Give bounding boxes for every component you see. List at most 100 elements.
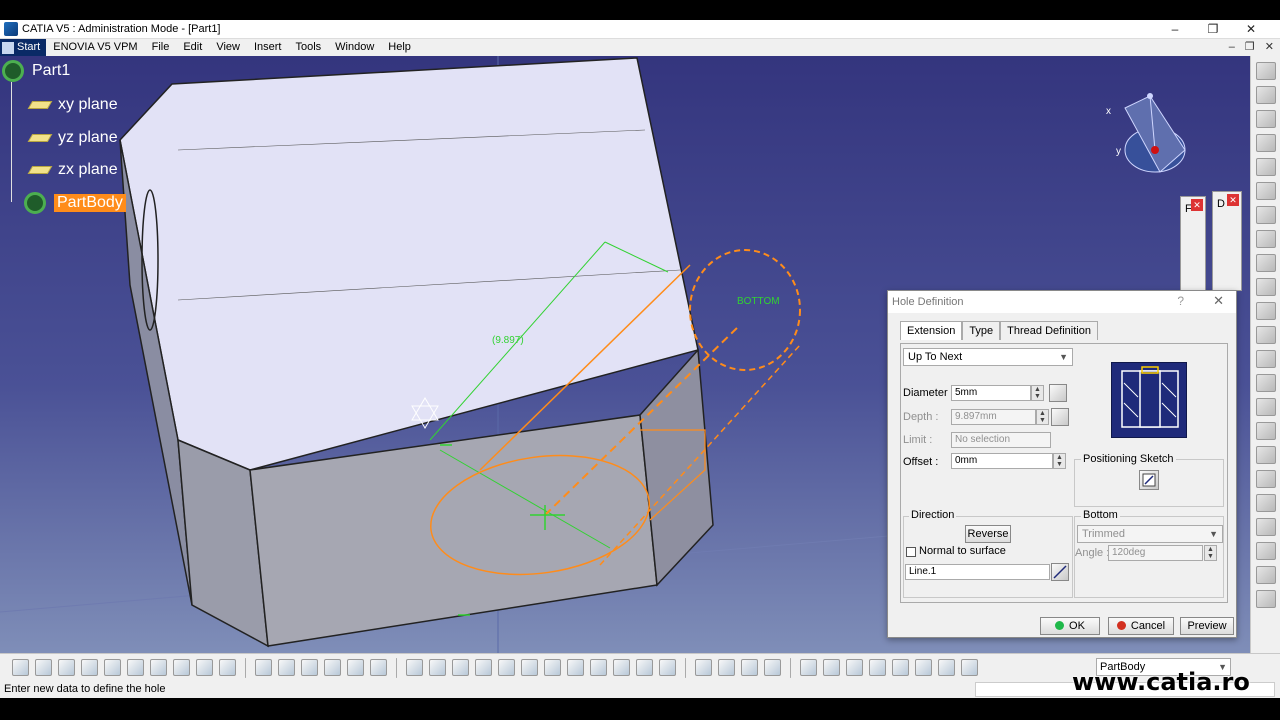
vb-icon[interactable] [370, 659, 387, 676]
menu-view[interactable]: View [209, 39, 247, 56]
whats-this-icon[interactable] [219, 659, 236, 676]
cancel-button[interactable]: Cancel [1108, 617, 1174, 635]
depth-measure-icon[interactable] [1051, 408, 1069, 426]
knowledge-icon[interactable] [278, 659, 295, 676]
diameter-dimension-icon[interactable] [1049, 384, 1067, 402]
toolbar-icon[interactable] [1255, 590, 1276, 608]
offset-field[interactable]: 0mm [951, 453, 1053, 469]
dialog-help-button[interactable]: ? [1177, 294, 1184, 308]
work-object-icon[interactable] [961, 659, 978, 676]
apply-material-icon[interactable] [764, 659, 781, 676]
direction-line-icon[interactable] [1051, 563, 1069, 581]
floating-toolbar-features[interactable]: D ✕ [1212, 191, 1242, 291]
zoom-out-icon[interactable] [521, 659, 538, 676]
tab-type[interactable]: Type [962, 321, 1001, 340]
measure-item-icon[interactable] [718, 659, 735, 676]
extension-type-select[interactable]: Up To Next ▼ [903, 348, 1073, 366]
toolbar-icon[interactable] [1255, 566, 1276, 584]
toolbar-icon[interactable] [1255, 398, 1276, 416]
tree-node-part1[interactable]: Part1 [2, 60, 70, 82]
menu-help[interactable]: Help [381, 39, 418, 56]
toolbar-icon[interactable] [1255, 350, 1276, 368]
menu-window[interactable]: Window [328, 39, 381, 56]
toolbar-icon[interactable] [1255, 374, 1276, 392]
menu-insert[interactable]: Insert [247, 39, 289, 56]
update-icon[interactable] [823, 659, 840, 676]
depth-field[interactable]: 9.897mm [951, 409, 1036, 425]
ok-button[interactable]: OK [1040, 617, 1100, 635]
toolbar-icon[interactable] [1255, 518, 1276, 536]
print-icon[interactable] [81, 659, 98, 676]
copy-icon[interactable] [127, 659, 144, 676]
toolbar-icon[interactable] [1255, 110, 1276, 128]
rotate-icon[interactable] [475, 659, 492, 676]
tree-node-xy-plane[interactable]: xy plane [27, 96, 118, 114]
catalog-icon[interactable] [347, 659, 364, 676]
toolbar-icon[interactable] [1255, 470, 1276, 488]
mdi-minimize-button[interactable]: – [1229, 39, 1235, 56]
open-icon[interactable] [35, 659, 52, 676]
redo-icon[interactable] [196, 659, 213, 676]
offset-spinner[interactable]: ▲ ▼ [1053, 453, 1066, 469]
reverse-button[interactable]: Reverse [965, 525, 1011, 543]
measure-icon[interactable] [695, 659, 712, 676]
swap-space-icon[interactable] [659, 659, 676, 676]
zoom-in-icon[interactable] [498, 659, 515, 676]
save-icon[interactable] [58, 659, 75, 676]
toolbar-icon[interactable] [1255, 278, 1276, 296]
dialog-close-button[interactable]: ✕ [1213, 293, 1224, 309]
bottom-type-select[interactable]: Trimmed ▼ [1077, 525, 1223, 543]
tab-thread-definition[interactable]: Thread Definition [1000, 321, 1098, 340]
toolbar-icon[interactable] [1255, 230, 1276, 248]
instant-filter-icon[interactable] [938, 659, 955, 676]
multi-view-icon[interactable] [567, 659, 584, 676]
formula-icon[interactable] [255, 659, 272, 676]
menu-file[interactable]: File [145, 39, 177, 56]
direction-element-field[interactable]: Line.1 [905, 564, 1050, 580]
angle-field[interactable]: 120deg [1108, 545, 1203, 561]
normal-view-icon[interactable] [544, 659, 561, 676]
toolbar-icon[interactable] [1255, 422, 1276, 440]
start-menu[interactable]: Start [0, 39, 47, 56]
toolbar-icon[interactable] [1255, 86, 1276, 104]
toolbar-icon[interactable] [1255, 254, 1276, 272]
diameter-field[interactable]: 5mm [951, 385, 1031, 401]
pan-icon[interactable] [452, 659, 469, 676]
close-button[interactable]: ✕ [1232, 20, 1270, 39]
menu-edit[interactable]: Edit [176, 39, 209, 56]
measure-inertia-icon[interactable] [741, 659, 758, 676]
fly-mode-icon[interactable] [406, 659, 423, 676]
catalog-browser-icon[interactable] [846, 659, 863, 676]
angle-spinner[interactable]: ▲ ▼ [1204, 545, 1217, 561]
photo-icon[interactable] [800, 659, 817, 676]
iso-view-icon[interactable] [590, 659, 607, 676]
menu-enovia[interactable]: ENOVIA V5 VPM [46, 39, 144, 56]
toolbar-icon[interactable] [1255, 182, 1276, 200]
minimize-button[interactable]: – [1156, 20, 1194, 39]
design-table-icon[interactable] [301, 659, 318, 676]
mdi-close-button[interactable]: ✕ [1265, 39, 1274, 56]
axis-system-icon[interactable] [869, 659, 886, 676]
units-icon[interactable] [892, 659, 909, 676]
new-icon[interactable] [12, 659, 29, 676]
paste-icon[interactable] [150, 659, 167, 676]
diameter-spinner[interactable]: ▲ ▼ [1031, 385, 1044, 401]
tree-node-zx-plane[interactable]: zx plane [27, 161, 118, 179]
normal-to-surface-checkbox[interactable] [906, 547, 916, 557]
mdi-restore-button[interactable]: ❐ [1245, 39, 1255, 56]
shading-icon[interactable] [613, 659, 630, 676]
tab-extension[interactable]: Extension [900, 321, 963, 340]
toolbar-icon[interactable] [1255, 134, 1276, 152]
fit-all-icon[interactable] [429, 659, 446, 676]
maximize-button[interactable]: ❐ [1194, 20, 1232, 39]
hide-show-icon[interactable] [636, 659, 653, 676]
floating-toolbar-sketch-close[interactable]: ✕ [1191, 199, 1203, 211]
toolbar-icon[interactable] [1255, 494, 1276, 512]
floating-toolbar-sketch[interactable]: F ✕ [1180, 196, 1206, 296]
tree-node-partbody[interactable]: PartBody [24, 192, 126, 214]
toolbar-icon[interactable] [1255, 158, 1276, 176]
toolbar-icon[interactable] [1255, 326, 1276, 344]
undo-icon[interactable] [173, 659, 190, 676]
positioning-sketch-button[interactable] [1139, 470, 1159, 490]
law-icon[interactable] [324, 659, 341, 676]
